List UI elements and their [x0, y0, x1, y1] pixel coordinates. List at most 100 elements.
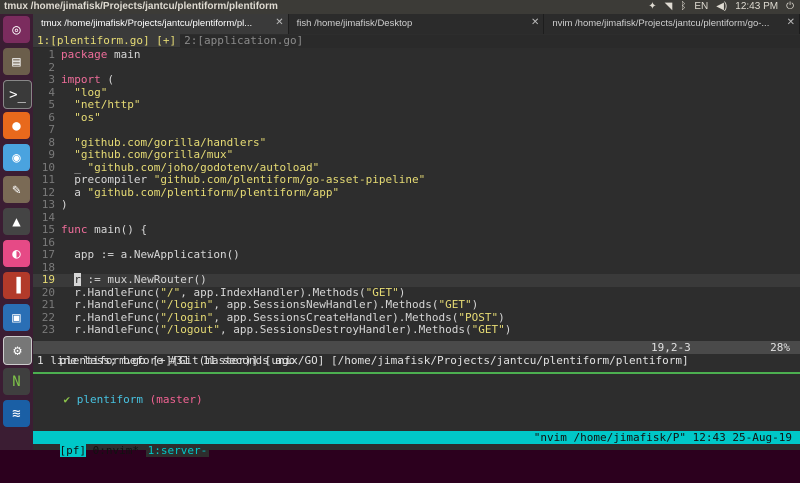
code-token: "github.com/joho/godotenv/autoload" [87, 160, 320, 174]
code-line[interactable]: 17 app := a.NewApplication() [33, 248, 240, 262]
code-token: , app.SessionsDestroyHandler).Methods( [219, 323, 472, 336]
bluetooth-icon[interactable]: ᛒ [680, 1, 686, 12]
line-number: 13 [41, 198, 55, 211]
wifi-icon[interactable]: ◥ [665, 1, 673, 12]
code-token: "net/http" [74, 98, 141, 111]
code-token: := mux.NewRouter() [80, 273, 207, 286]
close-icon[interactable]: ✕ [275, 17, 283, 28]
terminal-tab-tmux[interactable]: tmux /home/jimafisk/Projects/jantcu/plen… [33, 14, 289, 34]
code-token: "GET" [471, 323, 505, 336]
code-line[interactable]: 2 [33, 61, 61, 75]
settings-icon[interactable]: ⚙ [3, 336, 32, 365]
line-number: 1 [48, 49, 55, 61]
code-token: "/" [160, 285, 181, 299]
vim-tab-application[interactable]: 2:[application.go] [180, 34, 307, 47]
code-token: r.HandleFunc( [61, 323, 161, 336]
line-number: 7 [48, 123, 55, 136]
pane-divider[interactable] [33, 372, 800, 374]
code-line[interactable]: 1 package main [33, 49, 140, 62]
power-icon[interactable]: ⏻ [786, 1, 794, 12]
ubuntu-logo-icon[interactable]: ◎ [3, 16, 30, 43]
line-number: 21 [41, 298, 55, 311]
code-token: "/login" [160, 310, 214, 324]
line-number: 23 [41, 323, 55, 336]
virtualbox-icon[interactable]: ▣ [3, 304, 30, 331]
scroll-percent: 28% [770, 341, 790, 354]
code-token: "github.com/gorilla/handlers" [74, 135, 267, 149]
code-editor[interactable]: 1 package main 2 3 import (4 "log" 5 "net/htt… [33, 49, 800, 341]
tmux-window-0[interactable]: 0:nvim* [93, 444, 139, 457]
code-line[interactable]: 12 a "github.com/plentiform/plentiform/a… [33, 185, 340, 200]
line-number: 11 [41, 173, 55, 186]
code-token: ) [398, 285, 406, 299]
code-token: "GET" [438, 298, 472, 311]
code-token: ) [504, 323, 512, 336]
files-icon[interactable]: ▤ [3, 48, 30, 75]
filezilla-icon[interactable]: ▐ [3, 272, 30, 299]
code-token: "github.com/plentiform/plentiform/app" [87, 185, 340, 199]
tmux-window-1[interactable]: 1:server- [145, 444, 210, 457]
close-icon[interactable]: ✕ [787, 17, 795, 28]
vim-tab-plentiform[interactable]: 1:[plentiform.go] [+] [33, 34, 181, 47]
top-panel: tmux /home/jimafisk/Projects/jantcu/plen… [0, 0, 800, 14]
code-token: , app.IndexHandler).Methods( [180, 285, 366, 299]
keyboard-layout[interactable]: EN [694, 1, 708, 12]
code-token: ( [100, 73, 114, 86]
tmux-status-bar: [pf] 0:nvim* 1:server- "nvim /home/jimaf… [33, 431, 800, 457]
code-token: "/login" [160, 298, 214, 311]
inkscape-icon[interactable]: ▲ [3, 208, 30, 235]
line-number: 19 [41, 273, 55, 286]
close-icon[interactable]: ✕ [531, 17, 539, 28]
terminal-tab-nvim[interactable]: nvim /home/jimafisk/Projects/jantcu/plen… [544, 14, 800, 34]
firefox-icon[interactable]: ● [3, 112, 30, 139]
volume-icon[interactable]: ◀) [716, 1, 727, 12]
code-token: r.HandleFunc( [61, 298, 161, 311]
terminal[interactable]: 1:[plentiform.go] [+] 2:[application.go] … [33, 34, 800, 457]
terminal-tab-bar: tmux /home/jimafisk/Projects/jantcu/plen… [33, 14, 800, 34]
line-number: 17 [41, 248, 55, 261]
tmux-status-right: "nvim /home/jimafisk/P" 12:43 25-Aug-19 [533, 431, 792, 444]
clock[interactable]: 12:43 PM [735, 1, 778, 12]
shell-prompt[interactable]: ✔ plentiform (master) [37, 379, 203, 406]
node-icon[interactable]: N [3, 368, 30, 395]
prompt-branch: (master) [149, 393, 203, 406]
prompt-directory: plentiform [76, 393, 143, 406]
code-token: "/logout" [160, 323, 220, 336]
code-token: package [61, 49, 108, 61]
line-number: 9 [48, 148, 55, 161]
code-token: "github.com/plentiform/go-asset-pipeline… [153, 173, 426, 186]
code-token: a [61, 185, 88, 199]
code-token: _ [61, 160, 88, 174]
chromium-icon[interactable]: ◉ [3, 144, 30, 171]
gimp-icon[interactable]: ✎ [3, 176, 30, 203]
terminal-tab-fish[interactable]: fish /home/jimafisk/Desktop ✕ [289, 14, 545, 34]
code-line[interactable]: 15 func main() { [33, 223, 147, 237]
vim-message-line: 1 line less; before #31 11 seconds ago [37, 354, 296, 367]
code-token: func [61, 223, 88, 236]
wireshark-icon[interactable]: ≋ [3, 400, 30, 427]
terminal-icon[interactable]: >_ [3, 80, 32, 109]
vim-tabline: 1:[plentiform.go] [+] 2:[application.go] [33, 34, 800, 48]
line-number: 3 [48, 73, 55, 86]
tab-label: nvim /home/jimafisk/Projects/jantcu/plen… [552, 18, 770, 29]
system-tray: ✦ ◥ ᛒ EN ◀) 12:43 PM ⏻ [648, 1, 794, 12]
screenshot-icon[interactable]: ◐ [3, 240, 30, 267]
code-token: main [107, 49, 141, 61]
code-token: r.HandleFunc( [61, 285, 161, 299]
dropbox-icon[interactable]: ✦ [648, 1, 656, 12]
code-line[interactable]: 6 "os" [33, 111, 100, 125]
code-line[interactable]: 7 [33, 123, 61, 137]
code-line[interactable]: 23 r.HandleFunc("/logout", app.SessionsD… [33, 323, 512, 337]
cursor-position: 19,2-3 [651, 341, 691, 354]
code-line[interactable]: 13) [33, 198, 68, 212]
launcher: ◎ ▤ >_ ● ◉ ✎ ▲ ◐ ▐ ▣ ⚙ N ≋ [0, 14, 33, 450]
text-cursor: r [74, 273, 81, 286]
tmux-session: [pf] [59, 444, 86, 457]
tab-label: tmux /home/jimafisk/Projects/jantcu/plen… [41, 18, 253, 29]
vim-statusline: plentiform.go [+][Git(master)] [unix/GO]… [33, 341, 800, 367]
code-token: app := a.NewApplication() [61, 248, 240, 261]
